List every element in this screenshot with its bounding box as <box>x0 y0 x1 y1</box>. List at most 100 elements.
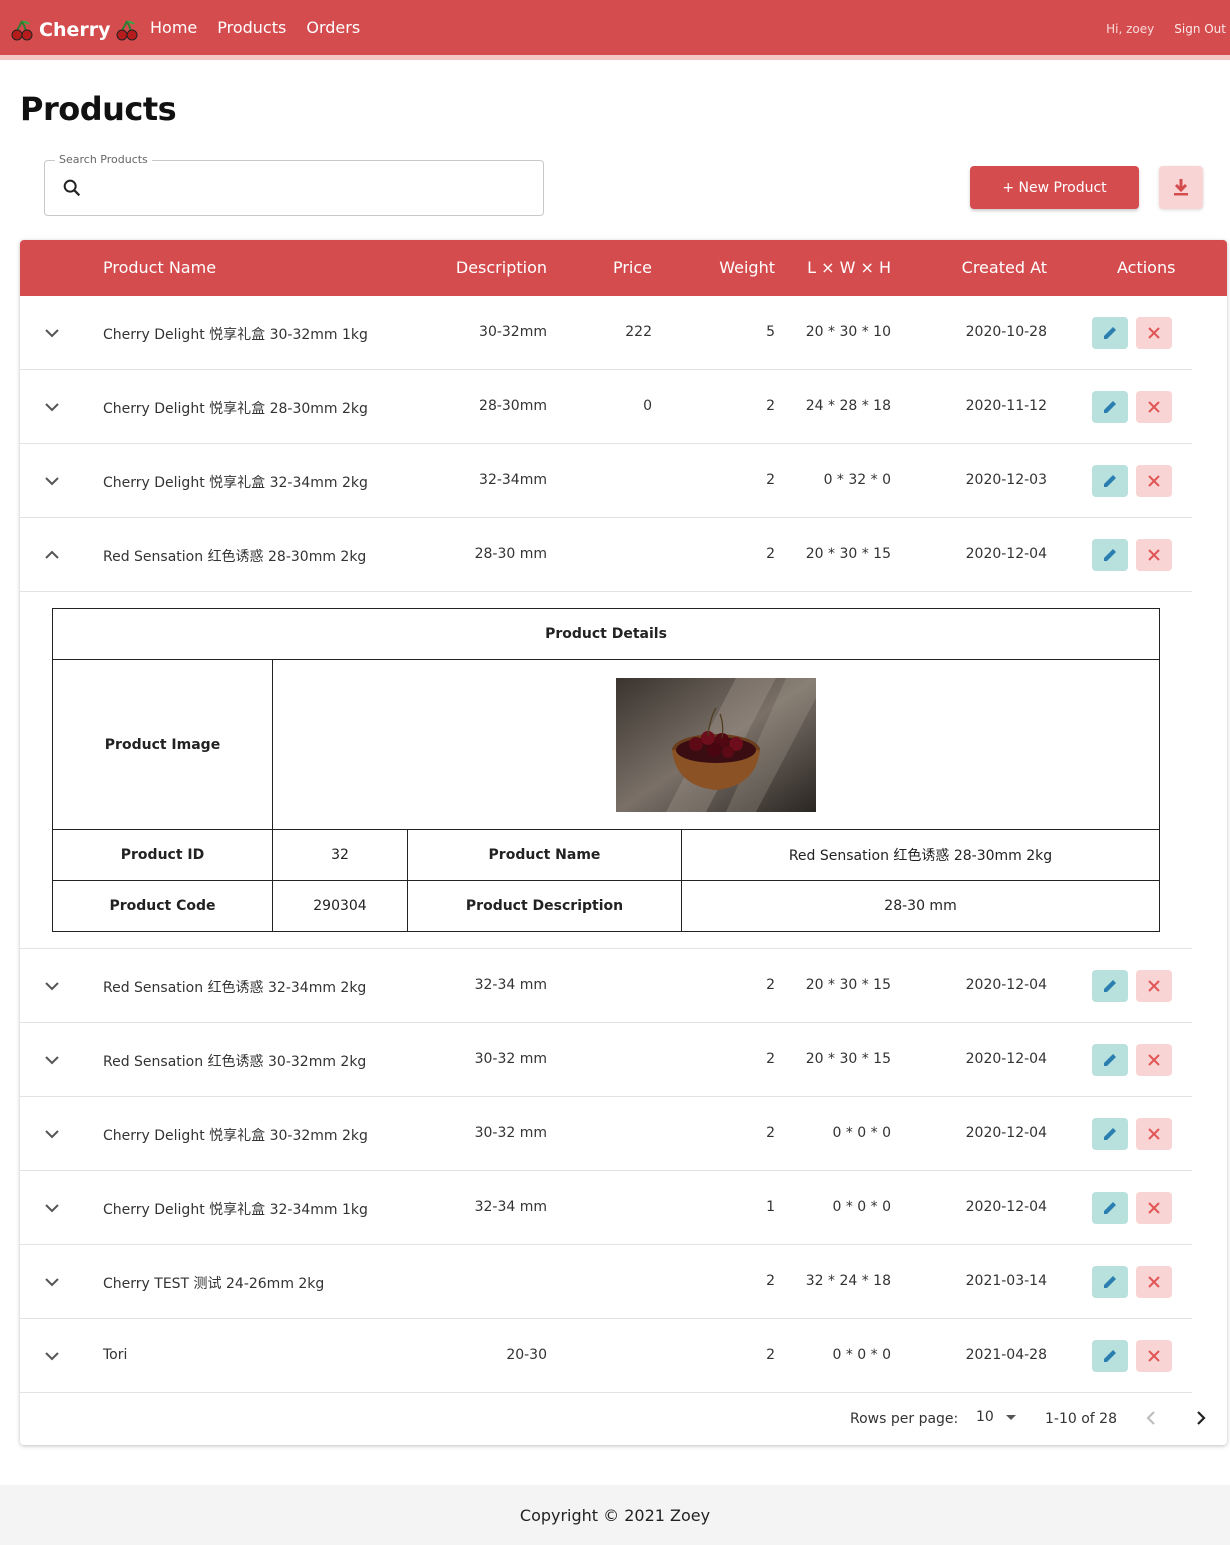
user-greeting: Hi, zoey <box>1106 22 1155 36</box>
edit-button[interactable] <box>1092 539 1128 571</box>
product-name-value: Red Sensation 红色诱惑 28-30mm 2kg <box>681 829 1160 881</box>
table-row[interactable]: Red Sensation 红色诱惑 28-30mm 2kg 28-30 mm 2 2… <box>20 518 1192 592</box>
col-actions: Actions <box>1117 258 1176 277</box>
delete-button[interactable] <box>1136 1192 1172 1224</box>
edit-button[interactable] <box>1092 1340 1128 1372</box>
brand-logo[interactable]: Cherry <box>10 14 139 46</box>
copyright-text: Copyright © 2021 Zoey <box>519 1506 711 1525</box>
pencil-icon <box>1104 475 1116 487</box>
close-icon <box>1148 980 1160 992</box>
table-row[interactable]: Cherry Delight 悦享礼盒 28-30mm 2kg 28-30mm 0 2… <box>20 370 1192 444</box>
edit-button[interactable] <box>1092 317 1128 349</box>
pencil-icon <box>1104 1202 1116 1214</box>
product-id-label: Product ID <box>52 829 273 881</box>
chevron-down-icon[interactable] <box>42 1272 62 1292</box>
cell-dimensions: 32 * 24 * 18 <box>805 1273 891 1289</box>
col-weight[interactable]: Weight <box>719 258 775 277</box>
cell-price: 222 <box>625 324 652 340</box>
cell-weight: 2 <box>766 977 775 993</box>
delete-button[interactable] <box>1136 465 1172 497</box>
delete-button[interactable] <box>1136 970 1172 1002</box>
nav-products[interactable]: Products <box>217 18 286 37</box>
edit-button[interactable] <box>1092 1044 1128 1076</box>
delete-button[interactable] <box>1136 1044 1172 1076</box>
delete-button[interactable] <box>1136 1266 1172 1298</box>
col-description[interactable]: Description <box>456 258 547 277</box>
cell-product-name: Red Sensation 红色诱惑 32-34mm 2kg <box>103 980 367 996</box>
product-image <box>616 677 816 812</box>
col-created-at[interactable]: Created At <box>962 258 1047 277</box>
search-field[interactable]: Search Products <box>44 153 544 216</box>
pencil-icon <box>1104 1054 1116 1066</box>
search-input[interactable] <box>93 171 533 205</box>
table-row[interactable]: Cherry Delight 悦享礼盒 30-32mm 2kg 30-32 mm 2… <box>20 1097 1192 1171</box>
close-icon <box>1148 1128 1160 1140</box>
edit-button[interactable] <box>1092 465 1128 497</box>
chevron-down-icon[interactable] <box>42 1198 62 1218</box>
table-row[interactable]: Cherry Delight 悦享礼盒 32-34mm 2kg 32-34mm 2 0… <box>20 444 1192 518</box>
new-product-button[interactable]: + New Product <box>970 166 1139 209</box>
chevron-down-icon[interactable] <box>42 471 62 491</box>
cell-dimensions: 0 * 0 * 0 <box>832 1125 891 1141</box>
close-icon <box>1148 1276 1160 1288</box>
rows-per-page-select[interactable]: 10 <box>976 1409 1020 1425</box>
close-icon <box>1148 1202 1160 1214</box>
chevron-down-icon[interactable] <box>42 397 62 417</box>
delete-button[interactable] <box>1136 1340 1172 1372</box>
edit-button[interactable] <box>1092 1266 1128 1298</box>
chevron-down-icon[interactable] <box>42 976 62 996</box>
col-price[interactable]: Price <box>613 258 652 277</box>
cell-price: 0 <box>643 398 652 414</box>
user-menu: Hi, zoey Sign Out <box>1106 22 1226 36</box>
delete-button[interactable] <box>1136 1118 1172 1150</box>
table-row[interactable]: Red Sensation 红色诱惑 32-34mm 2kg 32-34 mm 2 2… <box>20 949 1192 1023</box>
cell-created-at: 2020-11-12 <box>965 398 1047 414</box>
cell-description: 30-32mm <box>479 324 547 340</box>
table-row[interactable]: Cherry Delight 悦享礼盒 30-32mm 1kg 30-32mm 22… <box>20 296 1192 370</box>
details-title: Product Details <box>52 608 1160 660</box>
cell-weight: 2 <box>766 1051 775 1067</box>
chevron-left-icon[interactable] <box>1142 1408 1162 1428</box>
table-row[interactable]: Cherry TEST 测试 24-26mm 2kg 2 32 * 24 * 18 2… <box>20 1245 1192 1319</box>
edit-button[interactable] <box>1092 970 1128 1002</box>
products-table: Product Name Description Price Weight L … <box>20 240 1227 1445</box>
table-row[interactable]: Tori 20-30 2 0 * 0 * 0 2021-04-28 <box>20 1319 1192 1393</box>
nav-orders[interactable]: Orders <box>306 18 360 37</box>
cell-product-name: Cherry Delight 悦享礼盒 28-30mm 2kg <box>103 401 368 417</box>
product-id-value: 32 <box>272 829 408 881</box>
chevron-down-icon[interactable] <box>42 1346 62 1366</box>
main-nav: Home Products Orders <box>150 18 360 37</box>
col-dimensions[interactable]: L × W × H <box>807 258 891 277</box>
col-product-name[interactable]: Product Name <box>103 258 216 277</box>
close-icon <box>1148 327 1160 339</box>
rows-per-page-label: Rows per page: <box>850 1411 959 1427</box>
cherry-icon <box>116 20 138 41</box>
caret-down-icon <box>1006 1415 1017 1420</box>
edit-button[interactable] <box>1092 391 1128 423</box>
product-image-label: Product Image <box>52 659 273 830</box>
chevron-right-icon[interactable] <box>1190 1408 1210 1428</box>
close-icon <box>1148 475 1160 487</box>
chevron-down-icon[interactable] <box>42 1124 62 1144</box>
close-icon <box>1148 1350 1160 1362</box>
pencil-icon <box>1104 327 1116 339</box>
sign-out-link[interactable]: Sign Out <box>1174 22 1226 36</box>
edit-button[interactable] <box>1092 1118 1128 1150</box>
delete-button[interactable] <box>1136 391 1172 423</box>
search-icon <box>63 179 81 197</box>
cell-description: 30-32 mm <box>474 1051 547 1067</box>
chevron-down-icon[interactable] <box>42 1050 62 1070</box>
chevron-up-icon[interactable] <box>42 545 62 565</box>
pencil-icon <box>1104 1350 1116 1362</box>
table-row[interactable]: Red Sensation 红色诱惑 30-32mm 2kg 30-32 mm 2 2… <box>20 1023 1192 1097</box>
nav-home[interactable]: Home <box>150 18 197 37</box>
delete-button[interactable] <box>1136 539 1172 571</box>
cell-dimensions: 20 * 30 * 15 <box>805 1051 891 1067</box>
cell-weight: 2 <box>766 472 775 488</box>
chevron-down-icon[interactable] <box>42 323 62 343</box>
product-code-label: Product Code <box>52 880 273 932</box>
table-row[interactable]: Cherry Delight 悦享礼盒 32-34mm 1kg 32-34 mm 1… <box>20 1171 1192 1245</box>
delete-button[interactable] <box>1136 317 1172 349</box>
edit-button[interactable] <box>1092 1192 1128 1224</box>
download-button[interactable] <box>1159 166 1203 209</box>
